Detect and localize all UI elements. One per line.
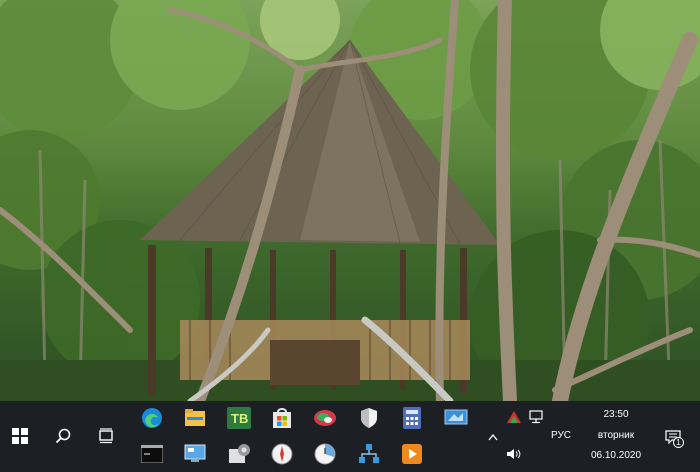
search-icon xyxy=(55,428,71,444)
show-hidden-icons-button[interactable] xyxy=(483,429,503,445)
network-tool-app[interactable] xyxy=(356,441,382,467)
edge-app[interactable] xyxy=(139,405,165,431)
gear-app-icon xyxy=(229,444,250,463)
photos-icon xyxy=(314,410,336,426)
control-panel-icon xyxy=(184,444,206,462)
tray-triangle-icon xyxy=(507,411,521,423)
player-icon xyxy=(402,444,422,464)
file-explorer-app[interactable] xyxy=(182,405,208,431)
search-button[interactable] xyxy=(43,418,83,454)
screen-icon xyxy=(444,409,468,425)
task-view-button[interactable] xyxy=(86,418,126,454)
windows-logo-icon xyxy=(12,428,28,444)
notification-count-badge: 1 xyxy=(673,437,684,448)
tb-icon: TB xyxy=(227,407,251,429)
terminal-app[interactable] xyxy=(139,441,165,467)
calculator-app[interactable] xyxy=(399,405,425,431)
action-center-button[interactable]: 1 xyxy=(660,424,686,450)
clock-app[interactable] xyxy=(312,441,338,467)
task-view-icon xyxy=(99,428,113,444)
tray-network-button[interactable] xyxy=(526,407,546,427)
input-language-indicator[interactable]: РУС xyxy=(551,430,571,441)
media-player-app[interactable] xyxy=(399,441,425,467)
start-button[interactable] xyxy=(0,418,40,454)
clock-time[interactable]: 23:50 xyxy=(586,409,646,420)
volume-button[interactable] xyxy=(504,445,524,463)
speaker-icon xyxy=(507,449,521,459)
clock-date[interactable]: 06.10.2020 xyxy=(586,450,646,461)
network-icon xyxy=(359,444,379,463)
compass-app[interactable] xyxy=(269,441,295,467)
store-icon xyxy=(273,408,291,428)
terminal-icon xyxy=(141,445,163,463)
wallpaper-image xyxy=(0,0,700,401)
edge-icon xyxy=(142,408,162,428)
compass-icon xyxy=(271,443,293,465)
shield-icon xyxy=(361,408,377,428)
calculator-icon xyxy=(403,407,421,429)
screen-app[interactable] xyxy=(443,405,469,431)
store-app[interactable] xyxy=(269,405,295,431)
tb-app[interactable]: TB xyxy=(226,405,252,431)
control-panel-app[interactable] xyxy=(182,441,208,467)
svg-text:TB: TB xyxy=(231,411,248,426)
security-app[interactable] xyxy=(356,405,382,431)
settings-tool-app[interactable] xyxy=(226,441,252,467)
tray-app-red[interactable] xyxy=(504,407,524,427)
network-status-icon xyxy=(529,410,543,424)
taskbar: TB РУС 23:50 вторник 06.10.2020 1 xyxy=(0,401,700,472)
clock-app-icon xyxy=(314,443,336,465)
chevron-up-icon xyxy=(488,433,498,441)
photos-app[interactable] xyxy=(312,405,338,431)
folder-icon xyxy=(185,409,205,426)
clock-weekday[interactable]: вторник xyxy=(586,430,646,441)
desktop-wallpaper xyxy=(0,0,700,401)
